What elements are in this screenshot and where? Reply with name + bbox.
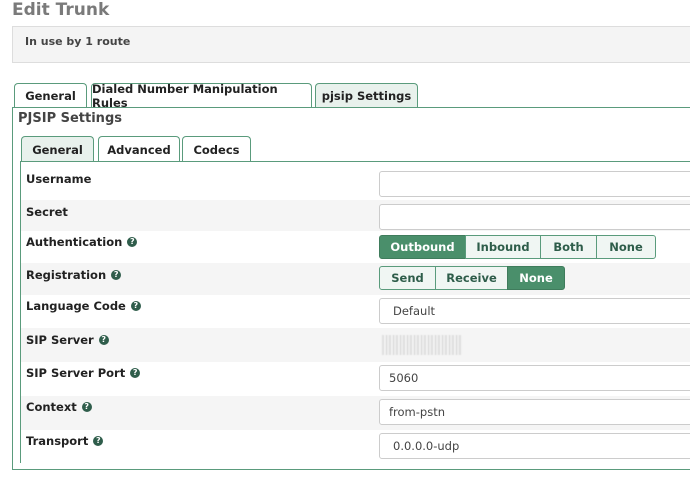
help-icon[interactable]: ? [98, 335, 109, 345]
language-code-select[interactable]: Default [379, 298, 690, 324]
transport-label: Transport ? [26, 434, 104, 448]
section-title: PJSIP Settings [18, 111, 122, 126]
pjsip-settings-panel: PJSIP Settings General Advanced Codecs U… [12, 107, 690, 470]
page-title: Edit Trunk [12, 0, 110, 20]
registration-toggle: Send Receive None [379, 266, 565, 290]
registration-send-button[interactable]: Send [379, 266, 436, 290]
registration-none-button[interactable]: None [507, 266, 565, 290]
registration-label: Registration ? [26, 268, 122, 282]
row-sip-server-port: SIP Server Port ? 5060 [21, 362, 690, 396]
help-icon[interactable]: ? [93, 436, 104, 446]
row-transport: Transport ? 0.0.0.0-udp [21, 430, 690, 464]
help-icon[interactable]: ? [130, 301, 141, 311]
transport-select[interactable]: 0.0.0.0-udp [379, 433, 690, 459]
subtab-codecs[interactable]: Codecs [182, 136, 251, 162]
sip-server-port-input[interactable]: 5060 [379, 365, 690, 391]
authentication-inbound-button[interactable]: Inbound [465, 235, 541, 259]
registration-receive-button[interactable]: Receive [435, 266, 508, 290]
help-icon[interactable]: ? [81, 402, 92, 412]
row-context: Context ? from-pstn [21, 396, 690, 430]
language-code-label: Language Code ? [26, 299, 141, 313]
username-label: Username [26, 172, 92, 186]
authentication-toggle: Outbound Inbound Both None [379, 235, 656, 259]
help-icon[interactable]: ? [111, 270, 122, 280]
username-input[interactable] [379, 171, 690, 197]
authentication-none-button[interactable]: None [596, 235, 656, 259]
row-registration: Registration ? Send Receive None [21, 263, 690, 295]
general-form: Username Secret Authentication ? Outboun… [20, 161, 690, 463]
row-authentication: Authentication ? Outbound Inbound Both N… [21, 231, 690, 263]
in-use-alert: In use by 1 route [12, 26, 690, 63]
secret-input[interactable] [379, 204, 690, 230]
alert-text: In use by 1 route [25, 35, 131, 48]
sip-server-label: SIP Server ? [26, 333, 109, 347]
authentication-both-button[interactable]: Both [540, 235, 597, 259]
help-icon[interactable]: ? [127, 237, 138, 247]
context-label: Context ? [26, 400, 92, 414]
row-sip-server: SIP Server ? [21, 328, 690, 362]
subtab-advanced[interactable]: Advanced [98, 136, 180, 162]
sip-server-input[interactable] [379, 331, 690, 357]
redacted-value [382, 335, 462, 355]
tab-pjsip-settings[interactable]: pjsip Settings [315, 83, 418, 108]
secret-label: Secret [26, 205, 68, 219]
authentication-outbound-button[interactable]: Outbound [379, 235, 466, 259]
sip-server-port-label: SIP Server Port ? [26, 366, 141, 380]
tab-general[interactable]: General [14, 83, 87, 108]
subtab-general[interactable]: General [21, 136, 94, 162]
tab-dialed-number-manipulation-rules[interactable]: Dialed Number Manipulation Rules [91, 82, 312, 110]
help-icon[interactable]: ? [130, 368, 141, 378]
authentication-label: Authentication ? [26, 235, 138, 249]
row-username: Username [21, 166, 690, 200]
row-language-code: Language Code ? Default [21, 295, 690, 328]
row-secret: Secret [21, 200, 690, 231]
context-input[interactable]: from-pstn [379, 399, 690, 425]
